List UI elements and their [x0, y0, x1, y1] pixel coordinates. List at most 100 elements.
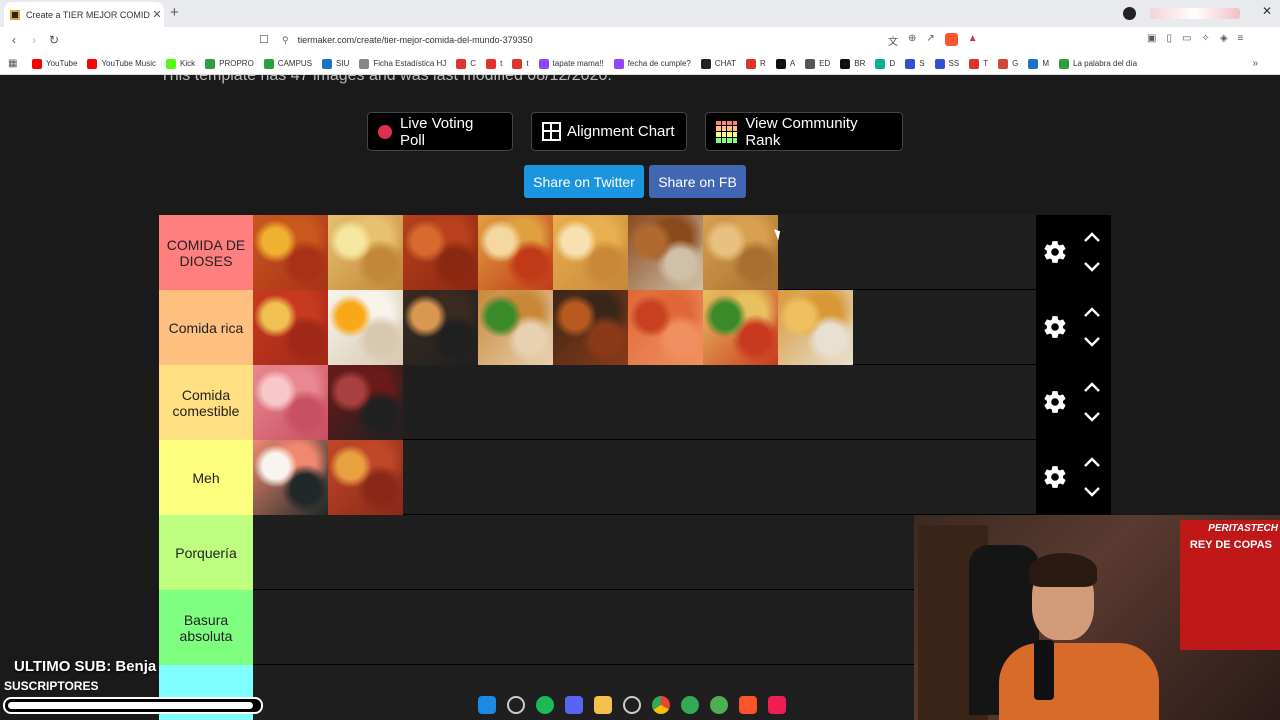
brave-icon[interactable]	[739, 696, 757, 714]
apps-icon[interactable]: ▦	[8, 58, 20, 69]
bookmark-item[interactable]: Kick	[166, 58, 195, 69]
site-info-icon[interactable]: ⚲	[282, 35, 289, 46]
food-image-milanesa[interactable]	[328, 215, 403, 290]
bookmark-item[interactable]: C	[456, 58, 476, 69]
bookmark-item[interactable]: t	[486, 58, 502, 69]
bookmark-item[interactable]: YouTube	[32, 58, 77, 69]
spotify-icon[interactable]	[536, 696, 554, 714]
food-image-empanadas[interactable]	[703, 215, 778, 290]
chevron-down-icon[interactable]	[1082, 410, 1102, 424]
bookmark-item[interactable]: S	[905, 58, 925, 69]
bookmark-icon[interactable]: ☐	[259, 33, 269, 46]
bookmark-item[interactable]: YouTube Music	[87, 58, 156, 69]
windows-start-icon[interactable]	[478, 696, 496, 714]
back-icon[interactable]: ‹	[4, 33, 24, 47]
tier-label[interactable]: Comida comestible	[159, 365, 253, 440]
food-image-pollo-frito[interactable]	[553, 290, 628, 365]
translate-icon[interactable]: 文	[888, 33, 898, 48]
brave-rewards-icon[interactable]: ▲	[968, 33, 978, 48]
alignment-chart-button[interactable]: Alignment Chart	[531, 112, 687, 151]
bookmark-item[interactable]: R	[746, 58, 766, 69]
bookmark-item[interactable]: T	[969, 58, 988, 69]
food-image-ramen[interactable]	[403, 290, 478, 365]
bookmark-item[interactable]: D	[875, 58, 895, 69]
chrome-icon[interactable]	[652, 696, 670, 714]
zoom-icon[interactable]: ⊕	[908, 33, 916, 48]
chevron-up-icon[interactable]	[1082, 305, 1102, 319]
bookmark-item[interactable]: PROPRO	[205, 58, 254, 69]
chevron-up-icon[interactable]	[1082, 380, 1102, 394]
tier-label[interactable]: Comida rica	[159, 290, 253, 365]
bookmark-item[interactable]: ED	[805, 58, 830, 69]
bookmark-item[interactable]: La palabra del día	[1059, 58, 1137, 69]
sidebar-icon[interactable]: ▯	[1166, 33, 1172, 44]
forward-icon[interactable]: ›	[24, 33, 44, 47]
tier-label[interactable]: COMIDA DE DIOSES	[159, 215, 253, 290]
food-image-hamburguesa[interactable]	[478, 290, 553, 365]
file-explorer-icon[interactable]	[594, 696, 612, 714]
new-tab-button[interactable]: +	[170, 4, 179, 21]
chevron-up-icon[interactable]	[1082, 230, 1102, 244]
leo-icon[interactable]: ✧	[1201, 33, 1209, 44]
live-voting-poll-button[interactable]: Live Voting Poll	[367, 112, 513, 151]
food-image-pizza[interactable]	[253, 290, 328, 365]
share-fb-button[interactable]: Share on FB	[649, 165, 746, 198]
chevron-down-icon[interactable]	[1082, 260, 1102, 274]
more-bookmarks-icon[interactable]: »	[1252, 58, 1258, 69]
gear-icon[interactable]	[1042, 389, 1068, 415]
food-image-nuggets[interactable]	[778, 290, 853, 365]
close-tab-icon[interactable]: ✕	[150, 8, 164, 21]
gear-icon[interactable]	[1042, 314, 1068, 340]
food-image-spaghetti[interactable]	[478, 215, 553, 290]
brave-shields-icon[interactable]	[944, 33, 958, 46]
bookmark-item[interactable]: SS	[934, 58, 959, 69]
bookmark-item[interactable]: CHAT	[700, 58, 736, 69]
share-icon[interactable]: ↗	[926, 33, 934, 48]
tiktok-icon[interactable]	[768, 696, 786, 714]
food-image-rabas[interactable]	[553, 215, 628, 290]
bookmark-item[interactable]: A	[775, 58, 795, 69]
wallet-icon[interactable]: ▭	[1182, 33, 1191, 44]
bookmark-item[interactable]: SIU	[322, 58, 349, 69]
chevron-up-icon[interactable]	[1082, 455, 1102, 469]
vpn-icon[interactable]: ◈	[1220, 33, 1228, 44]
chrome-app-icon[interactable]	[710, 696, 728, 714]
search-icon[interactable]	[507, 696, 525, 714]
window-close-icon[interactable]: ✕	[1262, 4, 1272, 18]
tier-label[interactable]: Porquería	[159, 515, 253, 590]
bookmark-item[interactable]: t	[512, 58, 529, 69]
food-image-croquetas[interactable]	[628, 215, 703, 290]
food-image-salame[interactable]	[328, 365, 403, 440]
view-community-rank-button[interactable]: View Community Rank	[705, 112, 903, 151]
settings-icon[interactable]	[623, 696, 641, 714]
bookmark-item[interactable]: Ficha Estadística HJ	[359, 58, 446, 69]
food-image-pasta-penne[interactable]	[403, 215, 478, 290]
bookmark-item[interactable]: G	[998, 58, 1018, 69]
chrome-profile-icon[interactable]	[681, 696, 699, 714]
chevron-down-icon[interactable]	[1082, 485, 1102, 499]
screenshot-icon[interactable]: ▣	[1147, 33, 1156, 44]
profile-icon[interactable]	[1123, 7, 1136, 20]
gear-icon[interactable]	[1042, 464, 1068, 490]
bookmark-item[interactable]: fecha de cumple?	[613, 58, 691, 69]
share-twitter-button[interactable]: Share on Twitter	[524, 165, 644, 198]
menu-icon[interactable]: ≡	[1238, 33, 1244, 44]
chevron-down-icon[interactable]	[1082, 335, 1102, 349]
discord-icon[interactable]	[565, 696, 583, 714]
tier-label[interactable]: Meh	[159, 440, 253, 515]
food-image-sushi[interactable]	[253, 440, 328, 515]
bookmark-item[interactable]: M	[1028, 58, 1049, 69]
food-image-jamon[interactable]	[253, 365, 328, 440]
gear-icon[interactable]	[1042, 239, 1068, 265]
reload-icon[interactable]: ↻	[44, 33, 64, 47]
food-image-salchichas[interactable]	[328, 440, 403, 515]
bookmark-item[interactable]: CAMPUS	[263, 58, 312, 69]
bookmark-item[interactable]: BR	[840, 58, 865, 69]
tier-label[interactable]: Basura absoluta	[159, 590, 253, 665]
bookmark-item[interactable]: tapate mama!!	[538, 58, 604, 69]
food-image-paella[interactable]	[253, 215, 328, 290]
food-image-camarones[interactable]	[628, 290, 703, 365]
browser-tab[interactable]: Create a TIER MEJOR COMIDA D ✕	[4, 2, 164, 27]
food-image-huevo-frito[interactable]	[328, 290, 403, 365]
food-image-tacos[interactable]	[703, 290, 778, 365]
